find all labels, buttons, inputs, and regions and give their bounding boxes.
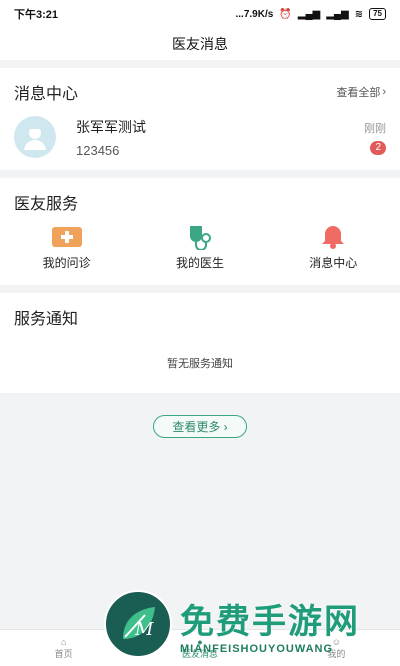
battery-icon: 75 <box>369 8 386 20</box>
message-text: 张军军测试 123456 <box>76 117 364 158</box>
top-navbar: 医友消息 <box>0 28 400 60</box>
doctor-avatar-icon <box>24 126 46 150</box>
chevron-right-icon: › <box>382 86 386 98</box>
leaf-logo-icon: M <box>123 607 155 640</box>
message-item[interactable]: 张军军测试 123456 刚刚 2 <box>0 110 400 170</box>
more-wrap: 查看更多 › <box>0 415 400 438</box>
avatar <box>14 116 56 158</box>
service-my-consultations[interactable]: 我的问诊 <box>17 224 117 271</box>
stethoscope-icon <box>183 224 217 250</box>
alarm-icon: ⏰ <box>279 8 292 20</box>
service-label: 我的医生 <box>175 256 224 270</box>
notices-card: 服务通知 暂无服务通知 <box>0 293 400 393</box>
signal-icon: ▂▄▆ <box>297 8 321 20</box>
service-label: 消息中心 <box>309 256 358 270</box>
network-speed: ...7.9K/s <box>235 8 274 20</box>
message-center-header: 消息中心 查看全部 › <box>0 68 400 110</box>
watermark-cn: 免费手游网 <box>180 602 360 641</box>
status-time: 下午3:21 <box>14 9 59 21</box>
service-my-doctor[interactable]: 我的医生 <box>150 224 250 271</box>
page-title: 医友消息 <box>172 36 228 52</box>
plus-card-icon <box>50 224 84 250</box>
wifi-icon: ≋ <box>354 8 364 20</box>
watermark-en: MIANFEISHOUYOUWANG <box>180 642 334 655</box>
services-grid: 我的问诊 我的医生 消息中心 <box>0 220 400 285</box>
status-indicators: ...7.9K/s ⏰ ▂▄▆ ▂▄▆ ≋ 75 <box>235 8 386 20</box>
watermark-text: 免费手游网 MIANFEISHOUYOUWANG <box>180 594 360 655</box>
tab-label: 首页 <box>54 648 73 659</box>
view-more-label: 查看更多 <box>172 420 221 434</box>
message-sender: 张军军测试 <box>76 118 146 135</box>
service-label: 我的问诊 <box>42 256 91 270</box>
unread-badge: 2 <box>370 140 386 155</box>
status-bar: 下午3:21 ...7.9K/s ⏰ ▂▄▆ ▂▄▆ ≋ 75 <box>0 0 400 28</box>
watermark-logo: M <box>104 590 172 658</box>
notices-header: 服务通知 <box>0 293 400 335</box>
bell-icon <box>316 224 350 250</box>
view-all-label: 查看全部 <box>336 87 381 99</box>
notices-empty-text: 暂无服务通知 <box>167 358 233 370</box>
message-time: 刚刚 <box>364 122 386 135</box>
signal-icon-2: ▂▄▆ <box>326 8 349 20</box>
services-card: 医友服务 我的问诊 我的医生 消息中心 <box>0 178 400 285</box>
message-center-card: 消息中心 查看全部 › 张军军测试 123456 刚刚 2 <box>0 68 400 170</box>
message-meta: 刚刚 2 <box>364 120 386 155</box>
message-preview: 123456 <box>76 142 120 158</box>
view-all-link[interactable]: 查看全部 › <box>336 84 386 100</box>
tab-home[interactable]: ⌂ 首页 <box>55 637 73 660</box>
service-message-center[interactable]: 消息中心 <box>283 224 383 271</box>
watermark: M 免费手游网 MIANFEISHOUYOUWANG <box>104 590 360 658</box>
services-title: 医友服务 <box>14 196 79 213</box>
view-more-button[interactable]: 查看更多 › <box>153 415 247 438</box>
services-header: 医友服务 <box>0 178 400 220</box>
home-icon: ⌂ <box>60 636 67 647</box>
notices-title: 服务通知 <box>14 311 79 328</box>
svg-text:M: M <box>134 619 154 640</box>
chevron-right-icon: › <box>223 420 228 434</box>
message-center-title: 消息中心 <box>14 86 79 103</box>
